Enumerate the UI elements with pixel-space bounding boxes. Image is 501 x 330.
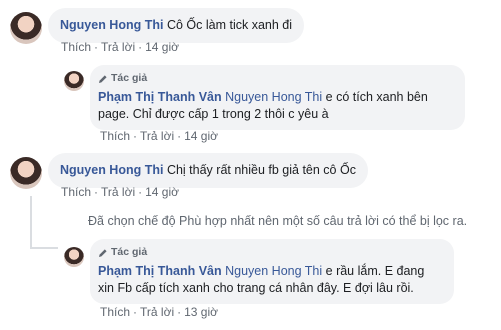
comment-text: Cô Ốc làm tick xanh đi (166, 18, 292, 32)
mention-link[interactable]: Nguyen Hong Thi (225, 90, 322, 104)
author-badge-label: Tác giả (111, 246, 148, 258)
reply-link[interactable]: Trả lời (101, 185, 135, 199)
reply-author-name[interactable]: Phạm Thị Thanh Vân (98, 264, 222, 278)
separator: · (94, 40, 99, 54)
reply-actions: Thích · Trả lời · 13 giờ (100, 305, 218, 319)
avatar[interactable] (10, 157, 42, 189)
reply-link[interactable]: Trả lời (140, 129, 174, 143)
filter-notice: Đã chọn chế độ Phù hợp nhất nên một số c… (88, 214, 468, 228)
reply-actions: Thích · Trả lời · 14 giờ (100, 129, 218, 143)
timestamp-link[interactable]: 14 giờ (184, 129, 218, 143)
timestamp-link[interactable]: 14 giờ (145, 185, 179, 199)
reply-text-line2: xin Fb cấp tích xanh cho trang cá nhân đ… (98, 281, 414, 295)
reply-bubble: Tác giả Phạm Thị Thanh Vân Nguyen Hong T… (90, 239, 454, 304)
like-link[interactable]: Thích (100, 305, 130, 319)
comment-author-name[interactable]: Nguyen Hong Thi (60, 163, 163, 177)
separator: · (94, 185, 99, 199)
reply-text-line2: page. Chỉ được cấp 1 trong 2 thôi c yêu … (98, 107, 329, 121)
comment-author-name[interactable]: Nguyen Hong Thi (60, 18, 163, 32)
separator: · (138, 40, 143, 54)
like-link[interactable]: Thích (61, 40, 91, 54)
timestamp-link[interactable]: 14 giờ (145, 40, 179, 54)
reply-author-name[interactable]: Phạm Thị Thanh Vân (98, 90, 222, 104)
comment-bubble: Nguyen Hong Thi Chị thấy rất nhiều fb gi… (48, 153, 368, 188)
comment-text: Chị thấy rất nhiều fb giả tên cô Ốc (166, 163, 356, 177)
author-badge: Tác giả (98, 70, 457, 87)
thread-line (30, 196, 32, 248)
separator: · (133, 305, 138, 319)
timestamp-link[interactable]: 13 giờ (184, 305, 218, 319)
author-badge-label: Tác giả (111, 72, 148, 84)
reply-text: e rầu lắm. E đang (322, 264, 425, 278)
avatar[interactable] (10, 12, 42, 44)
reply-text: e có tích xanh bên (322, 90, 428, 104)
author-badge: Tác giả (98, 244, 446, 261)
pencil-icon (99, 248, 107, 257)
reply-link[interactable]: Trả lời (101, 40, 135, 54)
like-link[interactable]: Thích (61, 185, 91, 199)
separator: · (177, 305, 182, 319)
separator: · (177, 129, 182, 143)
avatar[interactable] (64, 71, 84, 91)
comment-actions: Thích · Trả lời · 14 giờ (61, 40, 179, 54)
comment-actions: Thích · Trả lời · 14 giờ (61, 185, 179, 199)
like-link[interactable]: Thích (100, 129, 130, 143)
separator: · (133, 129, 138, 143)
reply-bubble: Tác giả Phạm Thị Thanh Vân Nguyen Hong T… (90, 65, 465, 130)
reply-link[interactable]: Trả lời (140, 305, 174, 319)
mention-link[interactable]: Nguyen Hong Thi (225, 264, 322, 278)
separator: · (138, 185, 143, 199)
comment-bubble: Nguyen Hong Thi Cô Ốc làm tick xanh đi (48, 8, 304, 43)
pencil-icon (99, 74, 107, 83)
avatar[interactable] (64, 247, 84, 267)
thread-line (30, 247, 58, 249)
